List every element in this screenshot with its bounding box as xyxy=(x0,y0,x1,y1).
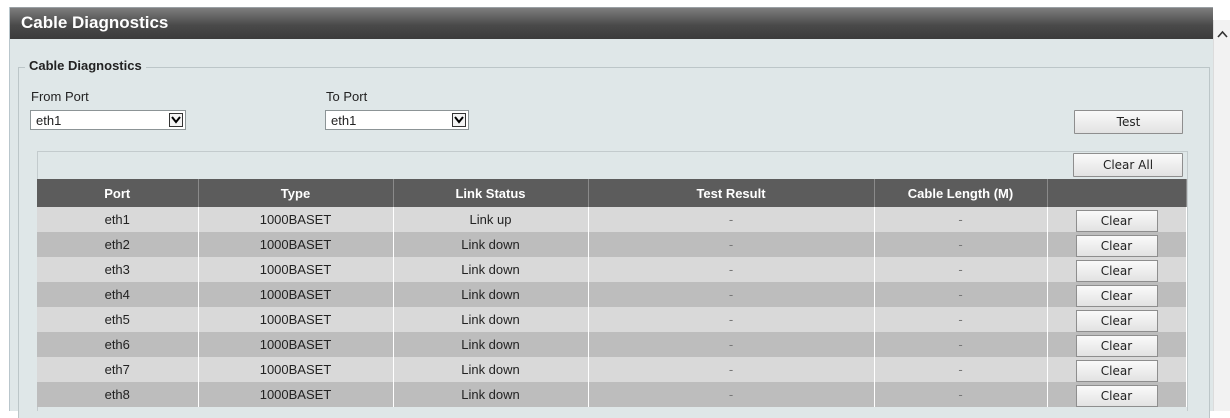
to-port-value: eth1 xyxy=(331,113,357,128)
cell-action: Clear xyxy=(1047,232,1187,257)
cell-cable-length: - xyxy=(874,307,1048,332)
clear-button[interactable]: Clear xyxy=(1075,234,1158,257)
cell-test-result: - xyxy=(588,307,875,332)
cell-action: Clear xyxy=(1047,257,1187,282)
cell-port: eth1 xyxy=(37,207,199,232)
cell-port: eth6 xyxy=(37,332,199,357)
main-panel: Cable Diagnostics Cable Diagnostics From… xyxy=(9,7,1213,418)
clear-button[interactable]: Clear xyxy=(1075,384,1158,407)
cell-test-result: - xyxy=(588,382,875,407)
cell-cable-length: - xyxy=(874,282,1048,307)
cell-test-result: - xyxy=(588,232,875,257)
table-row: eth3 1000BASET Link down - - Clear xyxy=(37,257,1187,282)
cell-type: 1000BASET xyxy=(198,357,394,382)
column-header-link-status: Link Status xyxy=(393,179,589,207)
column-header-cable-length: Cable Length (M) xyxy=(874,179,1048,207)
cell-type: 1000BASET xyxy=(198,332,394,357)
cell-test-result: - xyxy=(588,332,875,357)
column-header-type: Type xyxy=(198,179,394,207)
cell-link-status: Link down xyxy=(393,307,589,332)
column-header-test-result: Test Result xyxy=(588,179,875,207)
ports-table: Port Type Link Status Test Result Cable … xyxy=(37,179,1187,407)
cell-port: eth7 xyxy=(37,357,199,382)
cell-type: 1000BASET xyxy=(198,207,394,232)
from-port-value: eth1 xyxy=(36,113,62,128)
cell-port: eth5 xyxy=(37,307,199,332)
page-title: Cable Diagnostics xyxy=(21,13,169,32)
test-button[interactable]: Test xyxy=(1074,110,1183,134)
cell-action: Clear xyxy=(1047,282,1187,307)
cell-test-result: - xyxy=(588,207,875,232)
chevron-up-icon[interactable] xyxy=(1217,26,1228,41)
table-row: eth1 1000BASET Link up - - Clear xyxy=(37,207,1187,232)
cell-type: 1000BASET xyxy=(198,307,394,332)
cell-action: Clear xyxy=(1047,382,1187,407)
cell-action: Clear xyxy=(1047,307,1187,332)
table-header-row: Port Type Link Status Test Result Cable … xyxy=(37,179,1187,207)
to-port-select[interactable]: eth1 xyxy=(325,110,469,130)
cell-type: 1000BASET xyxy=(198,232,394,257)
cell-port: eth4 xyxy=(37,282,199,307)
cell-cable-length: - xyxy=(874,207,1048,232)
table-row: eth4 1000BASET Link down - - Clear xyxy=(37,282,1187,307)
cell-link-status: Link down xyxy=(393,357,589,382)
cell-port: eth2 xyxy=(37,232,199,257)
table-row: eth2 1000BASET Link down - - Clear xyxy=(37,232,1187,257)
chevron-down-icon[interactable] xyxy=(169,113,183,127)
cell-action: Clear xyxy=(1047,357,1187,382)
cell-test-result: - xyxy=(588,257,875,282)
clear-button[interactable]: Clear xyxy=(1075,309,1158,332)
clear-button[interactable]: Clear xyxy=(1075,259,1158,282)
cell-action: Clear xyxy=(1047,207,1187,232)
table-row: eth8 1000BASET Link down - - Clear xyxy=(37,382,1187,407)
table-row: eth6 1000BASET Link down - - Clear xyxy=(37,332,1187,357)
clear-button[interactable]: Clear xyxy=(1075,334,1158,357)
cell-type: 1000BASET xyxy=(198,382,394,407)
fieldset-legend: Cable Diagnostics xyxy=(25,58,146,73)
cell-action: Clear xyxy=(1047,332,1187,357)
cell-cable-length: - xyxy=(874,382,1048,407)
cell-test-result: - xyxy=(588,282,875,307)
cell-link-status: Link down xyxy=(393,232,589,257)
cell-type: 1000BASET xyxy=(198,282,394,307)
cell-port: eth8 xyxy=(37,382,199,407)
clear-button[interactable]: Clear xyxy=(1075,209,1158,232)
vertical-scrollbar[interactable] xyxy=(1213,20,1230,411)
cell-link-status: Link down xyxy=(393,257,589,282)
column-header-action xyxy=(1047,179,1187,207)
clear-all-button[interactable]: Clear All xyxy=(1073,153,1183,177)
cell-cable-length: - xyxy=(874,332,1048,357)
cell-link-status: Link down xyxy=(393,382,589,407)
cell-cable-length: - xyxy=(874,357,1048,382)
column-header-port: Port xyxy=(37,179,199,207)
clear-button[interactable]: Clear xyxy=(1075,359,1158,382)
cell-link-status: Link down xyxy=(393,282,589,307)
chevron-down-icon[interactable] xyxy=(452,113,466,127)
from-port-select[interactable]: eth1 xyxy=(30,110,186,130)
table-row: eth5 1000BASET Link down - - Clear xyxy=(37,307,1187,332)
clear-button[interactable]: Clear xyxy=(1075,284,1158,307)
cell-cable-length: - xyxy=(874,257,1048,282)
cell-test-result: - xyxy=(588,357,875,382)
from-port-label: From Port xyxy=(31,89,89,104)
cell-cable-length: - xyxy=(874,232,1048,257)
title-bar: Cable Diagnostics xyxy=(10,7,1213,39)
table-row: eth7 1000BASET Link down - - Clear xyxy=(37,357,1187,382)
cell-port: eth3 xyxy=(37,257,199,282)
cell-link-status: Link down xyxy=(393,332,589,357)
to-port-label: To Port xyxy=(326,89,368,104)
cell-type: 1000BASET xyxy=(198,257,394,282)
cell-link-status: Link up xyxy=(393,207,589,232)
